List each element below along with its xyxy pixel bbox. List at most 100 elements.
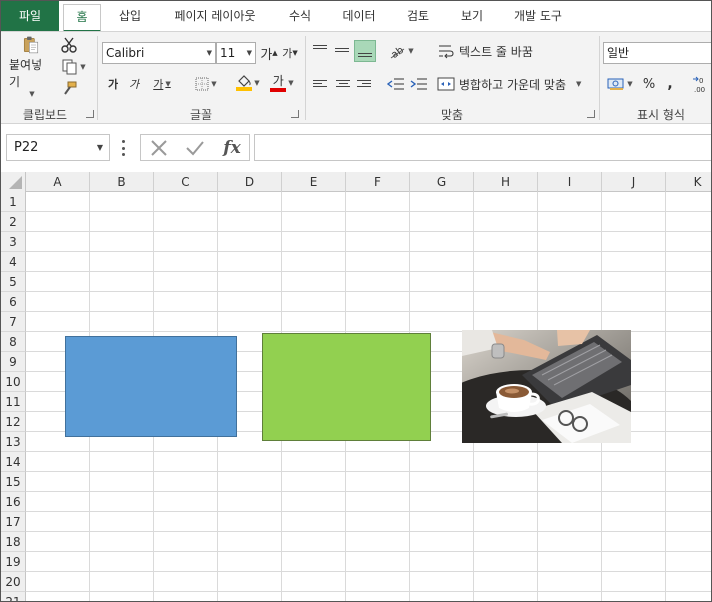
column-header-b[interactable]: B: [90, 172, 154, 192]
tab-formulas[interactable]: 수식: [277, 1, 323, 31]
column-header-d[interactable]: D: [218, 172, 282, 192]
column-header-i[interactable]: I: [538, 172, 602, 192]
formula-bar-buttons: fx: [140, 134, 250, 161]
tab-home[interactable]: 홈: [63, 4, 101, 32]
align-bottom-button[interactable]: [354, 40, 376, 62]
row-header-13[interactable]: 13: [1, 432, 26, 452]
orientation-button[interactable]: ab ▼: [386, 41, 416, 61]
tab-data[interactable]: 데이터: [331, 1, 387, 31]
worksheet-grid[interactable]: ABCDEFGHIJK 1 2 3 4 5 6 7 8 9 10 11 12 13 14 15 16 17 18 1…: [1, 172, 711, 601]
bold-button[interactable]: 가: [105, 74, 121, 94]
svg-text:.00: .00: [694, 86, 705, 93]
row-header-6[interactable]: 6: [1, 292, 26, 312]
shrink-font-glyph: 가: [282, 47, 293, 60]
row-gridline: [26, 251, 711, 252]
tab-insert[interactable]: 삽입: [107, 1, 153, 31]
align-left-button[interactable]: [311, 74, 331, 94]
row-header-1[interactable]: 1: [1, 192, 26, 212]
row-header-20[interactable]: 20: [1, 572, 26, 592]
borders-button[interactable]: ▼: [191, 74, 221, 94]
cut-button[interactable]: [59, 36, 79, 54]
underline-button[interactable]: 가 ▼: [147, 74, 177, 94]
font-size-combo[interactable]: 11 ▼: [216, 42, 256, 64]
font-name-combo[interactable]: Calibri ▼: [102, 42, 216, 64]
column-gridline: [665, 192, 666, 601]
increase-indent-button[interactable]: [408, 74, 430, 94]
align-line: [336, 80, 350, 81]
accounting-format-button[interactable]: ▼: [604, 74, 636, 94]
tab-view[interactable]: 보기: [449, 1, 495, 31]
insert-function-button[interactable]: fx: [219, 136, 245, 160]
comma-glyph: ,: [667, 76, 673, 92]
column-header-k[interactable]: K: [666, 172, 711, 192]
row-header-15[interactable]: 15: [1, 472, 26, 492]
fill-color-button[interactable]: ▼: [233, 72, 263, 94]
font-color-glyph: 가: [272, 73, 284, 88]
percent-glyph: %: [642, 76, 656, 92]
row-header-11[interactable]: 11: [1, 392, 26, 412]
tab-file[interactable]: 파일: [1, 1, 59, 31]
enter-button[interactable]: [183, 137, 207, 159]
number-format-combo[interactable]: 일반: [603, 42, 711, 64]
name-box[interactable]: P22 ▼: [6, 134, 110, 161]
comma-style-button[interactable]: ,: [663, 74, 677, 94]
row-gridline: [26, 551, 711, 552]
grow-font-button[interactable]: 가 ▲: [260, 43, 278, 63]
align-middle-button[interactable]: [333, 40, 353, 62]
clipboard-dialog-launcher[interactable]: [86, 110, 94, 118]
font-dialog-launcher[interactable]: [291, 110, 299, 118]
wrap-text-button[interactable]: 텍스트 줄 바꿈: [437, 41, 547, 61]
align-right-button[interactable]: [355, 74, 375, 94]
row-header-12[interactable]: 12: [1, 412, 26, 432]
blue-rectangle-shape[interactable]: [65, 336, 237, 437]
paste-button[interactable]: 붙여넣기 ▼: [9, 36, 53, 98]
column-header-e[interactable]: E: [282, 172, 346, 192]
row-header-17[interactable]: 17: [1, 512, 26, 532]
decrease-indent-button[interactable]: [385, 74, 407, 94]
row-header-5[interactable]: 5: [1, 272, 26, 292]
row-header-19[interactable]: 19: [1, 552, 26, 572]
increase-decimal-button[interactable]: 0 .00: [691, 74, 711, 94]
shrink-font-button[interactable]: 가 ▼: [281, 43, 299, 63]
row-header-16[interactable]: 16: [1, 492, 26, 512]
row-header-8[interactable]: 8: [1, 332, 26, 352]
ribbon-separator: [97, 36, 98, 120]
row-header-4[interactable]: 4: [1, 252, 26, 272]
column-header-g[interactable]: G: [410, 172, 474, 192]
font-color-bar: [270, 87, 287, 92]
column-header-f[interactable]: F: [346, 172, 410, 192]
row-header-2[interactable]: 2: [1, 212, 26, 232]
select-all-button[interactable]: [1, 172, 26, 192]
row-header-21[interactable]: 21: [1, 592, 26, 601]
tab-page-layout[interactable]: 페이지 레이아웃: [161, 1, 269, 31]
format-painter-button[interactable]: [59, 80, 79, 98]
row-header-7[interactable]: 7: [1, 312, 26, 332]
row-gridline: [26, 591, 711, 592]
cancel-button[interactable]: [147, 137, 171, 159]
italic-button[interactable]: 가: [126, 74, 142, 94]
bold-glyph: 가: [107, 78, 119, 91]
merge-center-button[interactable]: 병합하고 가운데 맞춤 ▼: [437, 74, 597, 94]
align-top-button[interactable]: [311, 40, 331, 62]
row-header-9[interactable]: 9: [1, 352, 26, 372]
formula-bar-grip-icon[interactable]: [118, 140, 128, 156]
alignment-dialog-launcher[interactable]: [587, 110, 595, 118]
row-header-10[interactable]: 10: [1, 372, 26, 392]
row-header-3[interactable]: 3: [1, 232, 26, 252]
row-header-14[interactable]: 14: [1, 452, 26, 472]
tab-developer[interactable]: 개발 도구: [503, 1, 573, 31]
font-color-button[interactable]: 가 ▼: [267, 72, 297, 94]
laptop-coffee-photo[interactable]: [462, 330, 631, 443]
chevron-down-icon: ▼: [211, 80, 217, 88]
column-header-j[interactable]: J: [602, 172, 666, 192]
align-center-button[interactable]: [333, 74, 353, 94]
percent-style-button[interactable]: %: [641, 74, 657, 94]
green-rectangle-shape[interactable]: [262, 333, 431, 441]
row-header-18[interactable]: 18: [1, 532, 26, 552]
formula-input[interactable]: [254, 134, 711, 161]
tab-review[interactable]: 검토: [395, 1, 441, 31]
column-header-a[interactable]: A: [26, 172, 90, 192]
column-header-h[interactable]: H: [474, 172, 538, 192]
column-header-c[interactable]: C: [154, 172, 218, 192]
copy-button[interactable]: ▼: [59, 58, 89, 76]
